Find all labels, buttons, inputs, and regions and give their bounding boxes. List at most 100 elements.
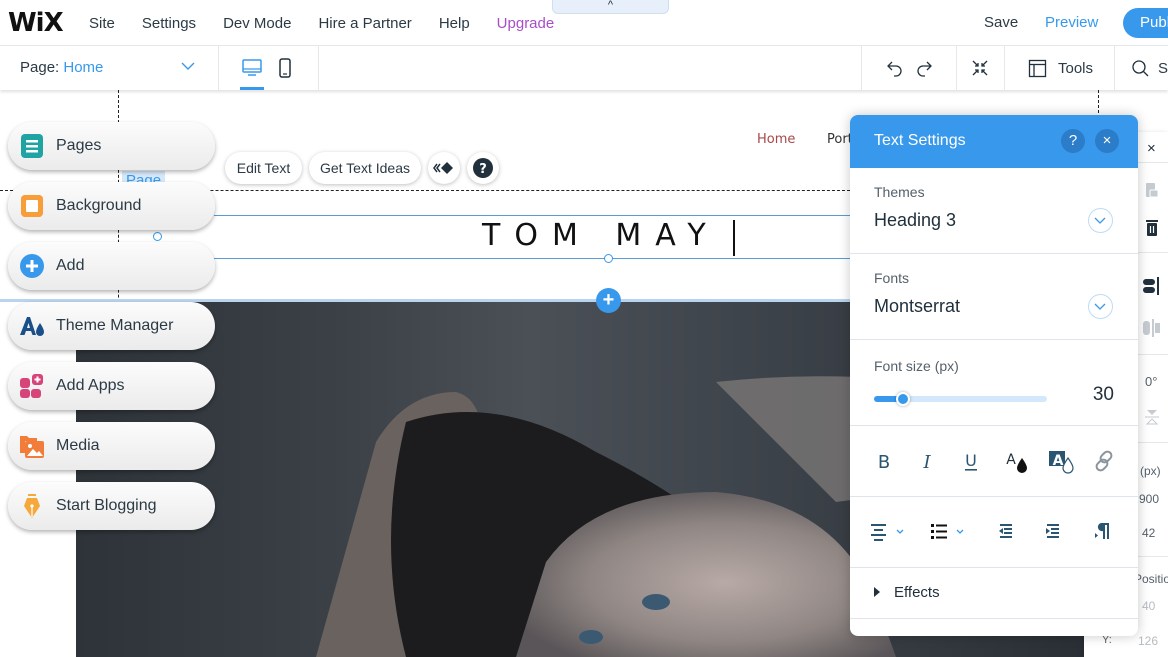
fonts-dropdown-value[interactable]: Montserrat [874,296,960,317]
search-button[interactable]: Search [1158,60,1168,77]
chevron-down-icon [1094,303,1106,310]
save-button[interactable]: Save [984,14,1018,31]
decrease-indent-icon[interactable] [992,518,1020,546]
rotation-value[interactable]: 0° [1145,374,1157,389]
text-caret [733,220,735,256]
x-value[interactable]: 40 [1142,599,1155,613]
text-settings-help-button[interactable]: ? [1061,129,1085,153]
text-color-icon[interactable]: A [1002,447,1030,475]
flip-icon[interactable] [1144,408,1160,426]
text-settings-close-button[interactable]: × [1095,129,1119,153]
svg-text:A: A [1053,453,1064,469]
fonts-label: Fonts [874,270,910,286]
animation-button[interactable] [428,152,460,184]
menu-help[interactable]: Help [439,15,470,32]
add-section-button[interactable]: + [596,288,621,313]
undo-icon[interactable] [886,59,904,77]
width-value[interactable]: 900 [1139,492,1159,506]
underline-icon[interactable]: U [957,447,985,475]
bullet-list-dropdown-icon[interactable] [928,518,972,546]
edit-text-button[interactable]: Edit Text [225,152,302,184]
text-direction-icon[interactable] [1088,518,1116,546]
page-selector-prefix: Page: [20,59,60,76]
editor-toolbar: Page: Home Tools Search [0,46,1168,90]
resize-handle-bottom[interactable] [604,254,613,263]
menu-settings[interactable]: Settings [142,15,196,32]
position-label: Position [1134,572,1168,586]
tools-icon[interactable] [1028,59,1047,78]
left-panel-label: Add [56,257,85,274]
increase-indent-icon[interactable] [1039,518,1067,546]
align-center-dropdown-icon[interactable] [868,518,912,546]
size-label: (px) [1140,464,1161,478]
add-icon [20,254,44,278]
heading-text[interactable]: TOM MAY [482,218,720,253]
search-icon[interactable] [1131,59,1149,77]
collapse-topbar-handle[interactable]: ^ [552,0,669,14]
get-text-ideas-button[interactable]: Get Text Ideas [309,152,421,184]
blog-pen-icon [24,494,40,518]
menu-upgrade[interactable]: Upgrade [497,15,555,32]
menu-hire-a-partner[interactable]: Hire a Partner [318,15,411,32]
svg-text:I: I [922,452,931,473]
link-icon[interactable] [1090,447,1118,475]
bold-icon[interactable]: B [870,447,898,475]
divider [956,46,957,90]
fonts-section: Fonts Montserrat [850,254,1138,340]
theme-manager-icon [20,317,44,336]
redo-icon[interactable] [915,59,933,77]
svg-text:?: ? [479,162,487,177]
page-selector[interactable]: Page: Home [20,59,103,76]
left-panel-pages[interactable]: Pages [8,122,215,170]
left-panel-label: Media [56,437,100,454]
selection-top-border [214,215,854,216]
svg-text:B: B [878,452,890,473]
text-settings-title: Text Settings [874,132,966,149]
font-size-label: Font size (px) [874,358,959,374]
close-icon[interactable]: × [1147,140,1156,157]
mobile-view-icon[interactable] [278,58,292,78]
menu-dev-mode[interactable]: Dev Mode [223,15,291,32]
effects-toggle[interactable]: Effects [894,584,940,601]
font-size-slider[interactable] [874,392,1047,406]
left-panel-label: Background [56,197,142,214]
left-panel-start-blogging[interactable]: Start Blogging [8,482,215,530]
zoom-out-icon[interactable] [971,59,989,77]
left-panel-add-apps[interactable]: Add Apps [8,362,215,410]
divider [318,46,319,90]
page-selector-value: Home [63,59,104,76]
paste-icon[interactable] [1144,180,1160,200]
font-size-slider-handle[interactable] [896,392,911,406]
left-panel-label: Theme Manager [56,317,174,334]
delete-icon[interactable] [1144,218,1160,238]
svg-text:A: A [1006,452,1016,468]
font-size-value[interactable]: 30 [1093,384,1114,406]
left-panel-theme-manager[interactable]: Theme Manager [8,302,215,350]
fonts-dropdown-button[interactable] [1088,294,1113,319]
tools-button[interactable]: Tools [1058,60,1093,77]
themes-dropdown-button[interactable] [1088,208,1113,233]
chevron-down-icon[interactable] [180,59,196,73]
highlight-color-icon[interactable]: A [1046,447,1074,475]
effects-section[interactable]: Effects [850,568,1138,619]
media-icon [20,436,44,458]
left-panel-add[interactable]: Add [8,242,215,290]
help-button[interactable]: ? [467,152,499,184]
menu-site[interactable]: Site [89,15,115,32]
height-value[interactable]: 42 [1142,526,1155,540]
publish-button[interactable]: Publish [1123,8,1168,38]
themes-label: Themes [874,184,925,200]
site-nav-home[interactable]: Home [757,132,795,147]
font-size-section: Font size (px) 30 [850,340,1138,426]
selection-bottom-border [214,258,854,259]
align-right-icon[interactable] [1142,276,1162,296]
resize-handle-left[interactable] [153,232,162,241]
themes-dropdown-value[interactable]: Heading 3 [874,210,956,231]
italic-icon[interactable]: I [913,447,941,475]
desktop-view-icon[interactable] [241,58,263,78]
preview-button[interactable]: Preview [1045,14,1098,31]
y-value[interactable]: 126 [1138,634,1158,648]
left-panel-background[interactable]: Background [8,182,215,230]
distribute-icon[interactable] [1142,318,1162,338]
left-panel-media[interactable]: Media [8,422,215,470]
